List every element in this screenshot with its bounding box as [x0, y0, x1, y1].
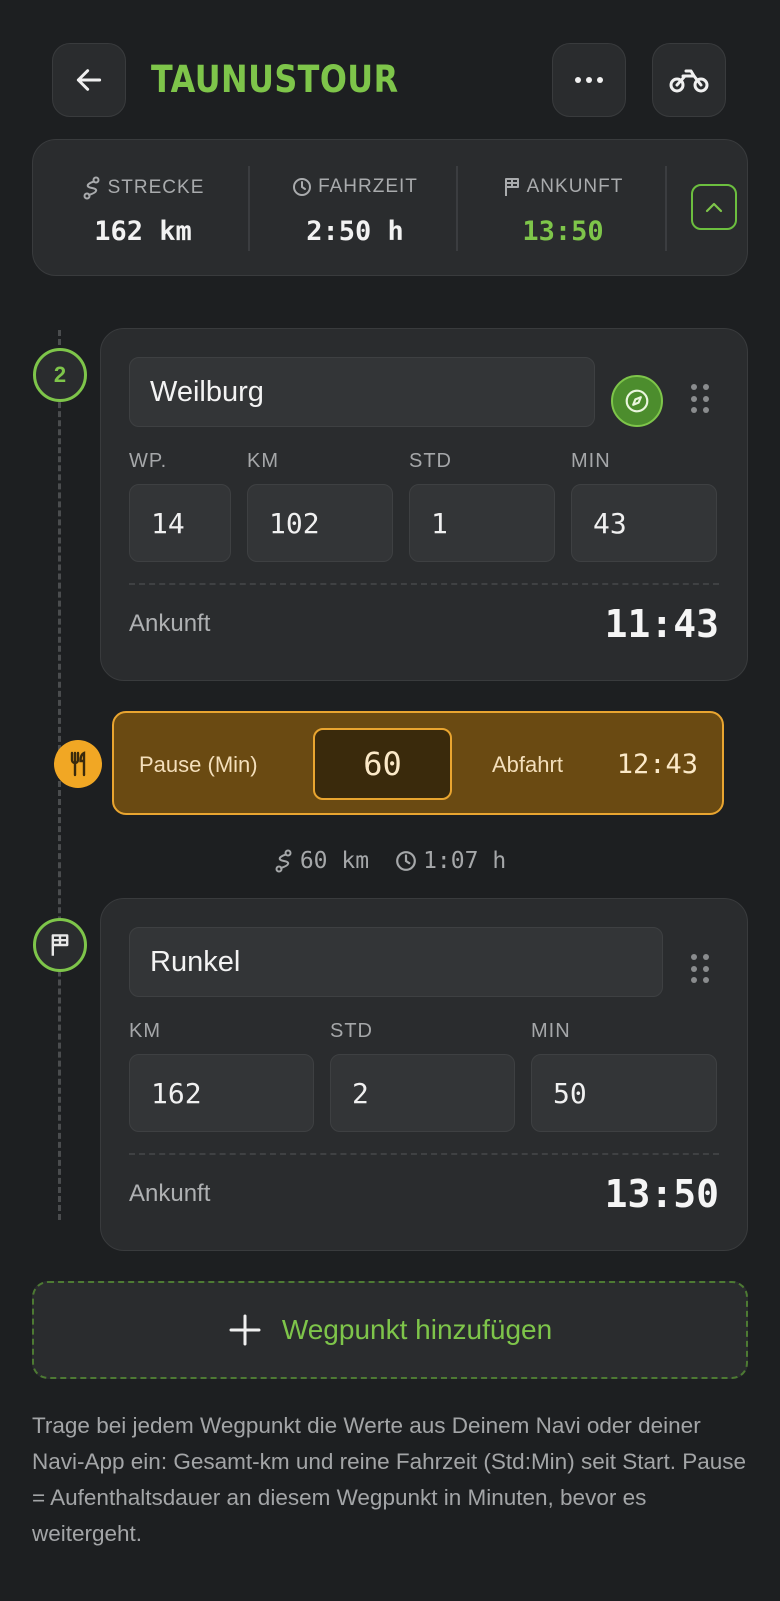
hours-input[interactable]: 1: [409, 484, 555, 562]
back-button[interactable]: [52, 43, 126, 117]
hours-value: 2: [352, 1076, 369, 1110]
km-input[interactable]: 102: [247, 484, 393, 562]
pause-row: Pause (Min) 60 Abfahrt 12:43: [112, 711, 724, 815]
segment-time: 1:07 h: [423, 848, 507, 874]
waypoint-name: Weilburg: [150, 375, 264, 408]
help-text: Trage bei jedem Wegpunkt die Werte aus D…: [32, 1413, 747, 1546]
summary-distance: STRECKE 162 km: [38, 140, 248, 277]
arrival-time: 11:43: [604, 602, 719, 646]
km-value: 102: [269, 506, 320, 540]
motorbike-icon: [669, 69, 709, 93]
km-value: 162: [151, 1076, 202, 1110]
pause-label: Pause (Min): [139, 752, 258, 777]
more-button[interactable]: [552, 43, 626, 117]
field-label-std: STD: [409, 450, 452, 472]
summary-divider: [665, 166, 667, 251]
route-icon: [275, 849, 292, 873]
summary-arrival: ANKUNFT 13:50: [458, 140, 668, 277]
km-input[interactable]: 162: [129, 1054, 314, 1132]
plus-icon: [229, 1314, 261, 1346]
waypoint-name-input[interactable]: Runkel: [129, 927, 663, 997]
card-divider: [129, 583, 719, 585]
wp-number-value: 14: [151, 506, 185, 540]
minutes-value: 50: [553, 1076, 587, 1110]
departure-label: Abfahrt: [492, 752, 563, 777]
summary-drive-time-label: FAHRZEIT: [318, 176, 418, 197]
field-label-std: STD: [330, 1020, 373, 1042]
field-label-km: KM: [129, 1020, 161, 1042]
field-label-wp: WP.: [129, 450, 168, 472]
hours-value: 1: [431, 506, 448, 540]
flag-icon: [51, 934, 69, 956]
wp-number-input[interactable]: 14: [129, 484, 231, 562]
minutes-input[interactable]: 43: [571, 484, 717, 562]
waypoint-name-input[interactable]: Weilburg: [129, 357, 595, 427]
drag-dots-icon: [691, 384, 697, 390]
summary-drive-time-value: 2:50 h: [306, 216, 404, 247]
waypoint-number-badge: 2: [33, 348, 87, 402]
page-title: TAUNUSTOUR: [151, 58, 399, 101]
drag-handle[interactable]: [691, 384, 711, 414]
segment-info: 60 km 1:07 h: [0, 845, 780, 877]
pause-badge: [54, 740, 102, 788]
card-divider: [129, 1153, 719, 1155]
field-label-min: MIN: [531, 1020, 571, 1042]
add-waypoint-button[interactable]: Wegpunkt hinzufügen: [32, 1281, 748, 1379]
destination-card: Runkel KM STD MIN 162 2 50 Ankunft 13:50: [100, 898, 748, 1251]
vehicle-button[interactable]: [652, 43, 726, 117]
waypoint-number: 2: [53, 362, 67, 387]
minutes-input[interactable]: 50: [531, 1054, 717, 1132]
summary-drive-time: FAHRZEIT 2:50 h: [250, 140, 460, 277]
navigate-button[interactable]: [611, 375, 663, 427]
destination-badge: [33, 918, 87, 972]
waypoint-card: Weilburg WP. KM STD MIN 14 102 1 43 Anku…: [100, 328, 748, 681]
summary-distance-label: STRECKE: [107, 177, 205, 198]
arrival-time: 13:50: [604, 1172, 719, 1216]
clock-icon: [293, 178, 312, 196]
more-horizontal-icon: [575, 77, 603, 83]
segment-distance: 60 km: [299, 848, 370, 874]
field-label-min: MIN: [571, 450, 611, 472]
arrival-label: Ankunft: [129, 1180, 211, 1207]
collapse-summary-button[interactable]: [691, 184, 737, 230]
departure-time: 12:43: [616, 749, 698, 780]
arrival-label: Ankunft: [129, 610, 211, 637]
pause-minutes-input[interactable]: 60: [313, 728, 452, 800]
fork-knife-icon: [70, 751, 86, 777]
flag-icon: [504, 178, 519, 196]
chevron-up-icon: [705, 202, 723, 213]
clock-icon: [396, 851, 416, 871]
minutes-value: 43: [593, 506, 627, 540]
trip-summary: STRECKE 162 km FAHRZEIT 2:50 h ANKUNFT 1…: [32, 139, 748, 276]
compass-icon: [625, 389, 649, 413]
field-label-km: KM: [247, 450, 279, 472]
hours-input[interactable]: 2: [330, 1054, 515, 1132]
summary-arrival-label: ANKUNFT: [526, 176, 624, 197]
waypoint-name: Runkel: [150, 945, 241, 978]
route-icon: [83, 176, 100, 200]
arrow-left-icon: [76, 69, 102, 91]
summary-arrival-value: 13:50: [522, 216, 604, 247]
drag-handle[interactable]: [691, 954, 711, 984]
pause-minutes-value: 60: [363, 745, 402, 783]
add-waypoint-label: Wegpunkt hinzufügen: [281, 1314, 553, 1345]
drag-dots-icon: [691, 954, 697, 960]
summary-distance-value: 162 km: [94, 216, 192, 247]
